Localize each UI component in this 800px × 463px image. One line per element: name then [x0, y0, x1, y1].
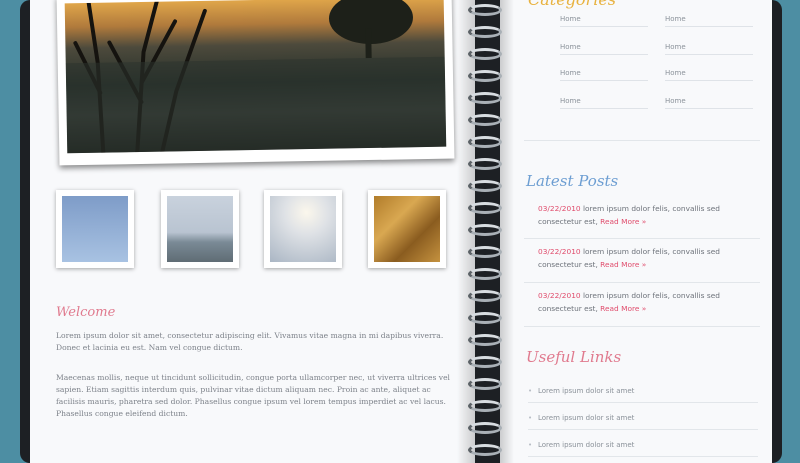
- spiral-ring-icon: [468, 224, 502, 236]
- grid-link[interactable]: Home: [560, 40, 648, 55]
- grid-link[interactable]: Home: [665, 66, 753, 81]
- spiral-ring-icon: [468, 180, 502, 192]
- grid-link[interactable]: Home: [665, 40, 753, 55]
- thumbnail-2[interactable]: [161, 190, 239, 268]
- spiral-ring-icon: [468, 356, 502, 368]
- tree-silhouette-icon: [65, 0, 447, 154]
- spiral-ring-icon: [468, 136, 502, 148]
- spiral-ring-icon: [468, 268, 502, 280]
- spiral-ring-icon: [468, 158, 502, 170]
- bullet-icon: •: [528, 414, 533, 422]
- useful-link-label: Lorem ipsum dolor sit amet: [538, 387, 635, 395]
- useful-link[interactable]: • Lorem ipsum dolor sit amet: [528, 407, 758, 430]
- read-more-link[interactable]: Read More »: [600, 304, 646, 313]
- grid-link[interactable]: Home: [560, 94, 648, 109]
- read-more-link[interactable]: Read More »: [600, 260, 646, 269]
- grid-link[interactable]: Home: [560, 12, 648, 27]
- post-item[interactable]: 03/22/2010 lorem ipsum dolor felis, conv…: [538, 289, 738, 315]
- welcome-paragraph-1: Lorem ipsum dolor sit amet, consectetur …: [56, 331, 444, 352]
- spiral-ring-icon: [468, 290, 502, 302]
- spiral-ring-icon: [468, 334, 502, 346]
- useful-links-heading: Useful Links: [526, 348, 622, 366]
- spiral-ring-icon: [468, 444, 502, 456]
- useful-link-label: Lorem ipsum dolor sit amet: [538, 441, 635, 449]
- grid-link[interactable]: Home: [665, 12, 753, 27]
- spiral-ring-icon: [468, 70, 502, 82]
- welcome-paragraph-2: Maecenas mollis, neque ut tincidunt soll…: [56, 373, 450, 418]
- spiral-ring-icon: [468, 202, 502, 214]
- spiral-ring-icon: [468, 48, 502, 60]
- hero-photo-frame: [56, 0, 455, 166]
- welcome-heading: Welcome: [56, 305, 116, 320]
- spiral-ring-icon: [468, 312, 502, 324]
- spiral-binding: [466, 0, 506, 463]
- spiral-ring-icon: [468, 378, 502, 390]
- post-date: 03/22/2010: [538, 291, 581, 300]
- thumbnail-3[interactable]: [264, 190, 342, 268]
- spiral-ring-icon: [468, 422, 502, 434]
- blue-sky-photo: [62, 196, 128, 262]
- spiral-ring-icon: [468, 26, 502, 38]
- post-date: 03/22/2010: [538, 204, 581, 213]
- grid-link[interactable]: Home: [665, 94, 753, 109]
- bullet-icon: •: [528, 387, 533, 395]
- spiral-ring-icon: [468, 246, 502, 258]
- spiral-ring-icon: [468, 400, 502, 412]
- mountain-photo: [167, 196, 233, 262]
- read-more-link[interactable]: Read More »: [600, 217, 646, 226]
- thumbnail-1[interactable]: [56, 190, 134, 268]
- divider: [524, 326, 760, 327]
- post-item[interactable]: 03/22/2010 lorem ipsum dolor felis, conv…: [538, 202, 738, 228]
- divider: [524, 140, 760, 141]
- post-date: 03/22/2010: [538, 247, 581, 256]
- texture-photo: [374, 196, 440, 262]
- bullet-icon: •: [528, 441, 533, 449]
- useful-link[interactable]: • Lorem ipsum dolor sit amet: [528, 434, 758, 457]
- grid-link[interactable]: Home: [560, 66, 648, 81]
- useful-link-label: Lorem ipsum dolor sit amet: [538, 414, 635, 422]
- divider: [524, 238, 760, 239]
- spiral-ring-icon: [468, 4, 502, 16]
- useful-link[interactable]: • Lorem ipsum dolor sit amet: [528, 380, 758, 403]
- spiral-ring-icon: [468, 92, 502, 104]
- post-item[interactable]: 03/22/2010 lorem ipsum dolor felis, conv…: [538, 245, 738, 271]
- sunset-photo: [64, 0, 447, 154]
- cloud-photo: [270, 196, 336, 262]
- divider: [524, 282, 760, 283]
- latest-posts-heading: Latest Posts: [526, 172, 619, 190]
- thumbnail-4[interactable]: [368, 190, 446, 268]
- categories-heading: Categories: [528, 0, 616, 9]
- spiral-ring-icon: [468, 114, 502, 126]
